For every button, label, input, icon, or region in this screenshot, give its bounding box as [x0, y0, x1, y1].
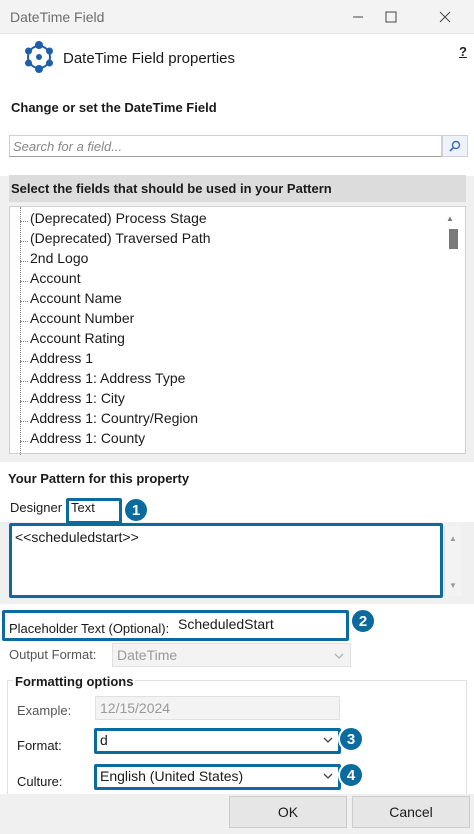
close-icon [439, 11, 451, 23]
field-search-input[interactable]: Search for a field... [9, 135, 442, 157]
list-item[interactable]: Address 1: County [20, 430, 145, 450]
app-logo-icon [25, 41, 53, 73]
callout-badge-3: 3 [338, 726, 364, 752]
output-format-select: DateTime [112, 643, 351, 667]
help-link[interactable]: ? [459, 44, 467, 59]
change-section-title: Change or set the DateTime Field [11, 100, 217, 115]
window-titlebar: DateTime Field [0, 0, 474, 34]
output-format-label: Output Format: [9, 647, 97, 662]
callout-highlight-4 [94, 764, 341, 790]
scroll-up-arrow-icon[interactable]: ▲ [446, 214, 454, 223]
field-tree-list[interactable]: (Deprecated) Process Stage (Deprecated) … [9, 206, 466, 455]
tab-designer[interactable]: Designer [10, 500, 62, 515]
editor-scrollbar[interactable]: ▲ ▼ [444, 526, 462, 596]
callout-highlight-2 [2, 610, 349, 641]
dialog-header: DateTime Field properties ? [0, 34, 474, 86]
list-item[interactable]: Account Number [20, 310, 134, 330]
callout-highlight-3 [94, 728, 341, 754]
list-item[interactable]: Address 1: Address Type [20, 370, 185, 390]
list-scrollbar-thumb[interactable] [449, 229, 458, 249]
window-title: DateTime Field [10, 9, 105, 25]
ok-button[interactable]: OK [229, 796, 347, 828]
formatting-options-title: Formatting options [13, 674, 136, 689]
list-item[interactable]: Address 1: Country/Region [20, 410, 198, 430]
close-button[interactable] [422, 0, 468, 34]
cancel-button[interactable]: Cancel [352, 796, 470, 828]
chevron-down-icon [334, 653, 344, 659]
maximize-button[interactable] [368, 0, 414, 34]
scroll-up-arrow-icon[interactable]: ▲ [449, 534, 457, 543]
callout-highlight-1 [66, 498, 122, 524]
list-item[interactable]: Account Name [20, 290, 122, 310]
search-button[interactable] [442, 135, 468, 157]
search-icon [449, 140, 461, 152]
example-value: 12/15/2024 [95, 696, 340, 720]
format-label: Format: [17, 738, 62, 753]
dialog-title: DateTime Field properties [63, 50, 236, 67]
list-item[interactable]: Address 1: City [20, 390, 125, 410]
scroll-down-arrow-icon[interactable]: ▼ [449, 581, 457, 590]
culture-label: Culture: [17, 774, 63, 789]
list-item[interactable]: Address 1 [20, 350, 93, 370]
minimize-icon [353, 16, 363, 18]
maximize-icon [385, 11, 397, 23]
list-item[interactable]: (Deprecated) Traversed Path [20, 230, 211, 250]
list-item[interactable]: Account Rating [20, 330, 125, 350]
list-item[interactable]: Account [20, 270, 81, 290]
callout-badge-1: 1 [123, 497, 149, 523]
list-item[interactable]: 2nd Logo [20, 250, 88, 270]
list-item[interactable]: (Deprecated) Process Stage [20, 210, 207, 230]
fields-section-title: Select the fields that should be used in… [9, 175, 466, 202]
callout-badge-4: 4 [338, 762, 364, 788]
callout-highlight-editor [9, 523, 443, 598]
example-label: Example: [17, 703, 72, 718]
callout-badge-2: 2 [350, 608, 376, 634]
pattern-section-title: Your Pattern for this property [0, 462, 474, 492]
